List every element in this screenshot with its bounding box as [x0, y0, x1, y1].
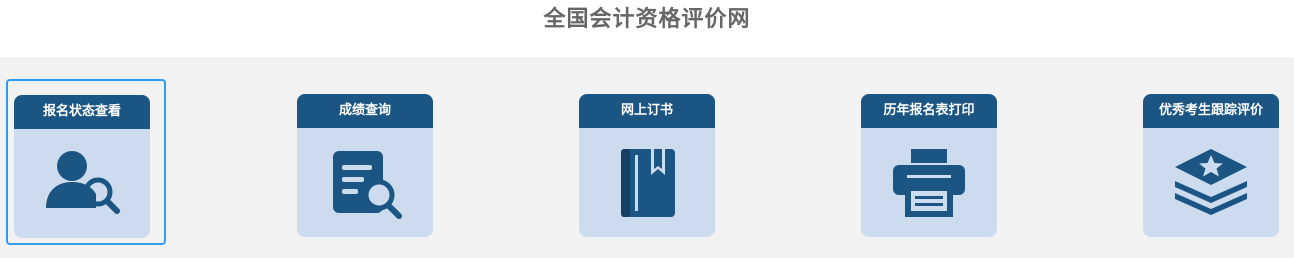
- service-card-registration-status[interactable]: 报名状态查看: [6, 79, 166, 245]
- service-tile-score-query[interactable]: 成绩查询: [297, 94, 433, 237]
- service-label: 报名状态查看: [14, 95, 150, 129]
- service-tile-form-print[interactable]: 历年报名表打印: [861, 94, 997, 237]
- service-label: 历年报名表打印: [861, 94, 997, 128]
- document-search-icon: [297, 128, 433, 237]
- service-tile-registration-status[interactable]: 报名状态查看: [14, 95, 150, 238]
- site-header: 全国会计资格评价网: [0, 0, 1294, 59]
- services-panel: 报名状态查看 成绩查询 网上订书 历年报名表打印 优秀考生跟踪评价: [0, 59, 1294, 258]
- book-icon: [579, 128, 715, 237]
- site-title: 全国会计资格评价网: [543, 7, 751, 32]
- user-search-icon: [14, 129, 150, 238]
- layers-star-icon: [1143, 128, 1279, 237]
- service-tile-book-order[interactable]: 网上订书: [579, 94, 715, 237]
- service-tile-candidate-evaluation[interactable]: 优秀考生跟踪评价: [1143, 94, 1279, 237]
- service-label: 网上订书: [579, 94, 715, 128]
- service-label: 优秀考生跟踪评价: [1143, 94, 1279, 128]
- printer-icon: [861, 128, 997, 237]
- service-label: 成绩查询: [297, 94, 433, 128]
